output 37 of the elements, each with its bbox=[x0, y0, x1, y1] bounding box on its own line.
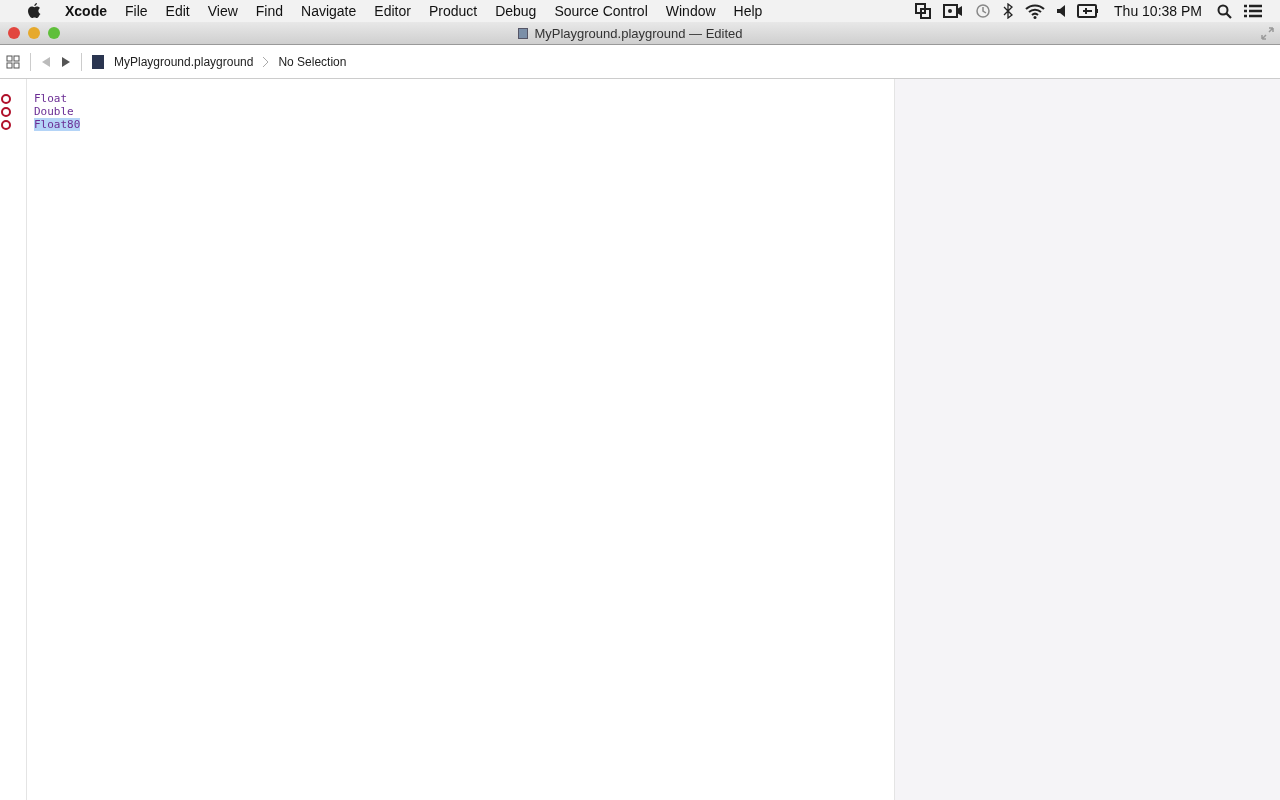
menu-item[interactable]: View bbox=[198, 3, 247, 19]
menu-item[interactable]: Navigate bbox=[292, 3, 366, 19]
window-title: MyPlayground.playground — Edited bbox=[534, 25, 743, 41]
menu-icon[interactable] bbox=[1244, 4, 1262, 18]
menu-item[interactable]: Debug bbox=[486, 3, 546, 19]
menu-item[interactable]: File bbox=[116, 3, 157, 19]
breadcrumb-file[interactable]: MyPlayground.playground bbox=[114, 54, 254, 69]
speaker-icon[interactable] bbox=[1057, 5, 1066, 17]
squares-icon[interactable] bbox=[915, 3, 932, 19]
grid-icon[interactable] bbox=[6, 54, 20, 69]
clock-icon[interactable] bbox=[975, 3, 992, 19]
menu-item[interactable]: Find bbox=[246, 3, 293, 19]
playground-file-icon bbox=[92, 54, 104, 69]
error-marker-icon[interactable] bbox=[1, 93, 11, 104]
menu-clock[interactable]: Thu 10:38 PM bbox=[1105, 3, 1211, 19]
menu-item[interactable]: Product bbox=[419, 3, 487, 19]
app-menu[interactable]: Xcode bbox=[56, 3, 116, 19]
error-marker-icon[interactable] bbox=[1, 119, 11, 130]
forward-arrow-icon[interactable] bbox=[61, 56, 71, 67]
document-icon bbox=[518, 27, 529, 39]
breadcrumb-selection[interactable]: No Selection bbox=[278, 54, 347, 69]
wifi-icon[interactable] bbox=[1025, 3, 1046, 19]
menu-item[interactable]: Edit bbox=[156, 3, 199, 19]
error-marker-icon[interactable] bbox=[1, 106, 11, 117]
bluetooth-icon[interactable] bbox=[1003, 3, 1014, 19]
apple-logo-icon[interactable] bbox=[26, 2, 42, 20]
menu-item[interactable]: Help bbox=[724, 3, 772, 19]
camera-icon[interactable] bbox=[943, 4, 964, 18]
chevron-icon bbox=[263, 56, 269, 67]
search-icon[interactable] bbox=[1217, 3, 1232, 19]
menu-item[interactable]: Editor bbox=[365, 3, 420, 19]
close-button[interactable] bbox=[8, 27, 20, 39]
menu-item[interactable]: Source Control bbox=[545, 3, 657, 19]
code-line: Float bbox=[34, 92, 68, 105]
menu-item[interactable]: Window bbox=[656, 3, 725, 19]
battery-icon[interactable] bbox=[1077, 4, 1100, 18]
code-line: Double bbox=[34, 105, 74, 118]
